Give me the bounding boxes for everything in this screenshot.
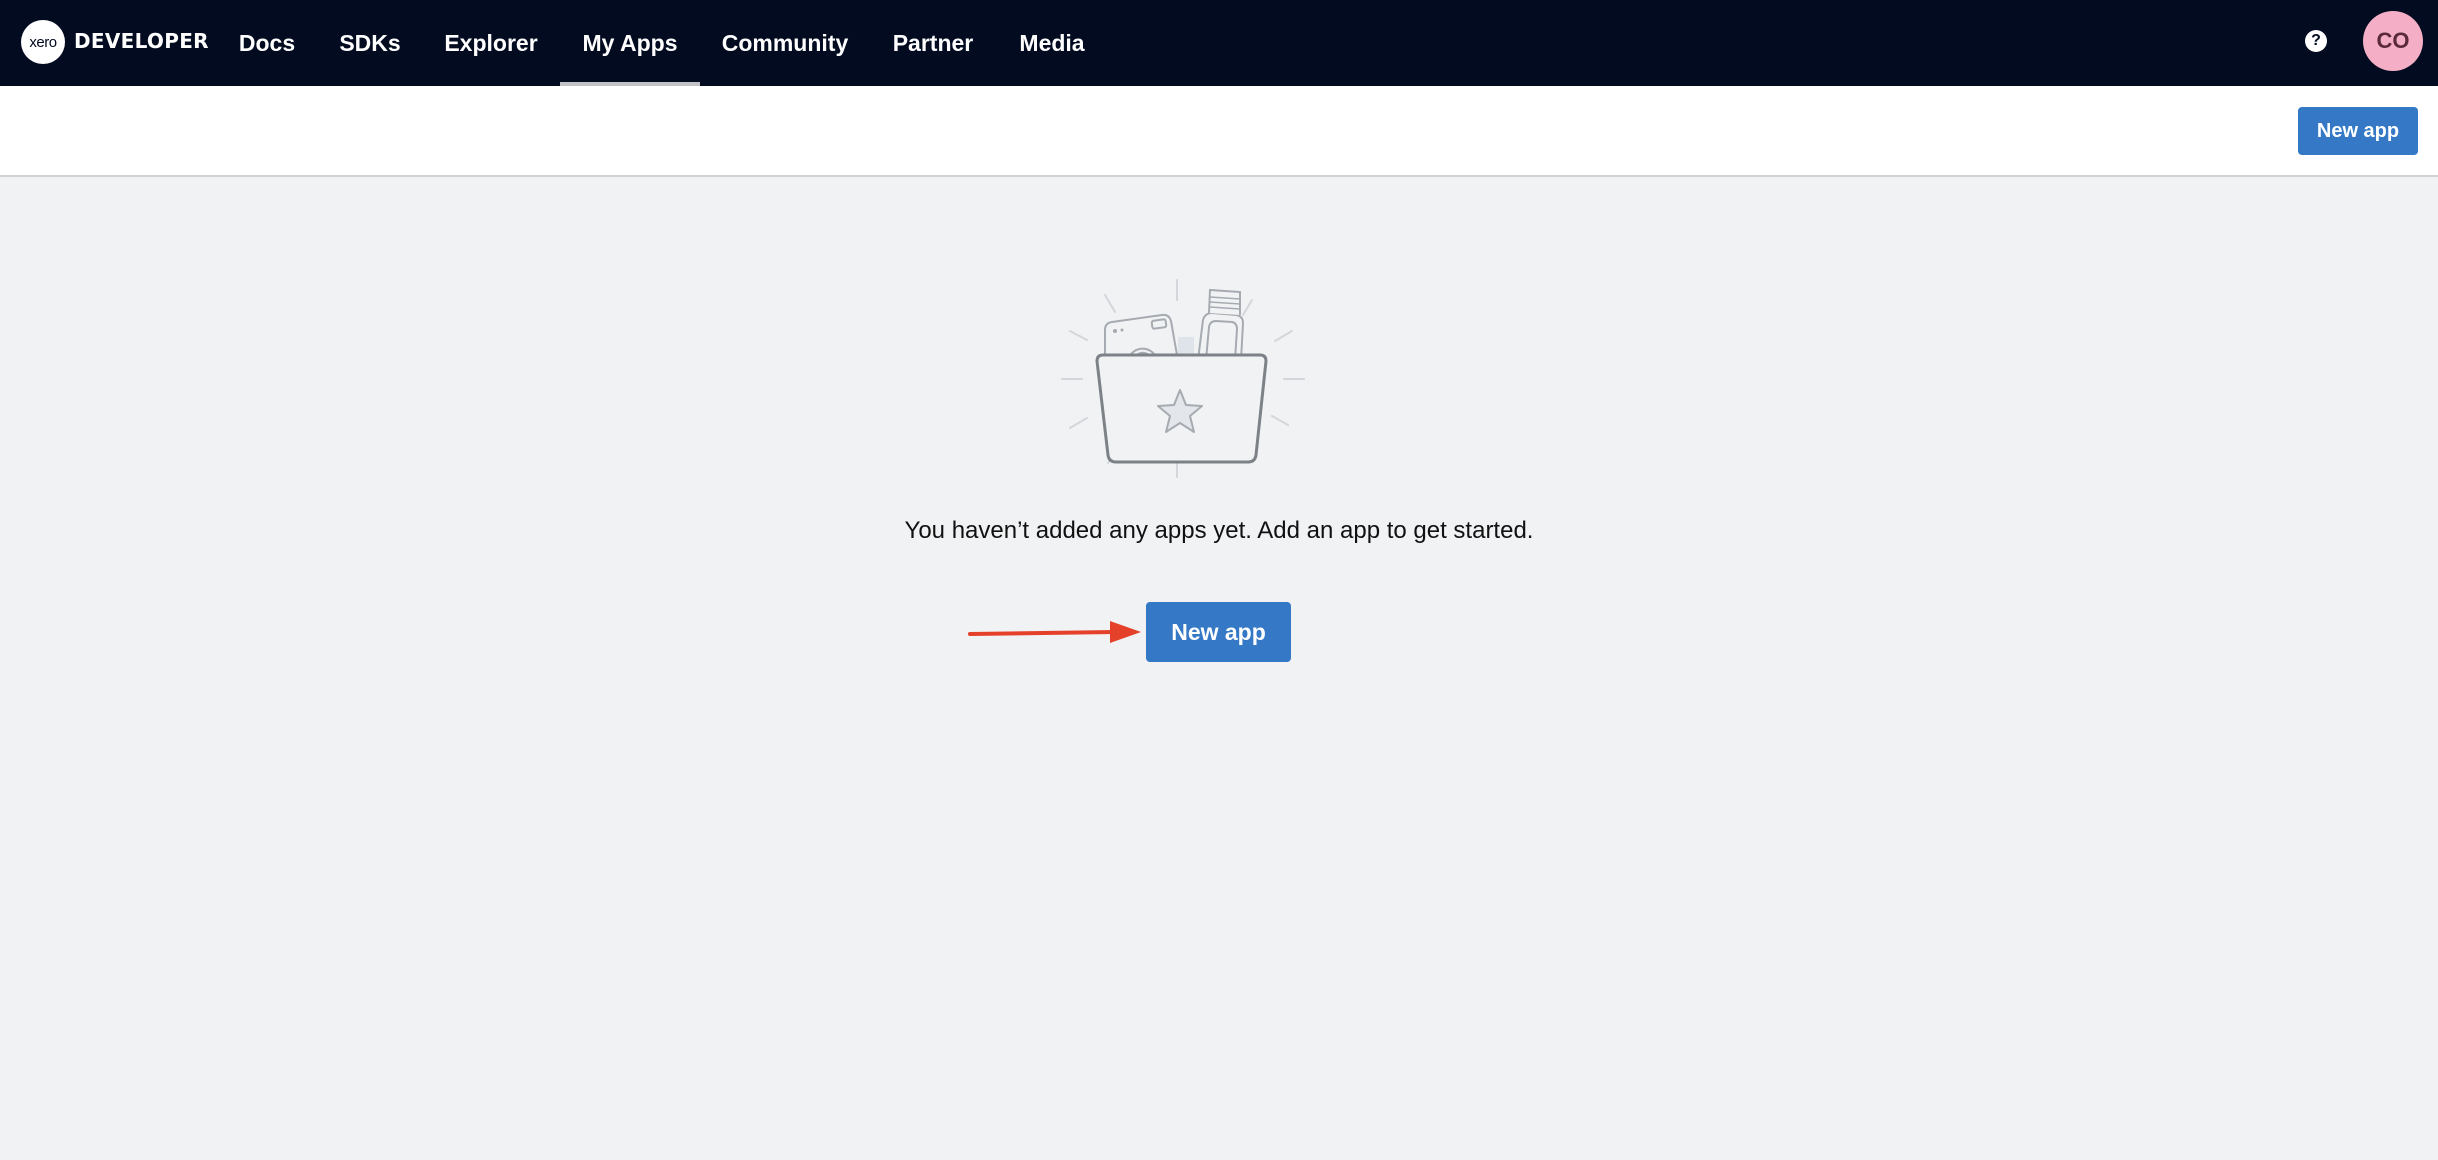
camera-icon (1104, 313, 1178, 361)
brand-name[interactable]: DEVELOPER (74, 29, 209, 53)
empty-state-message: You haven’t added any apps yet. Add an a… (904, 517, 1534, 544)
nav-label: Partner (892, 29, 974, 56)
empty-apps-illustration (1061, 279, 1305, 478)
nav-item-docs[interactable]: Docs (233, 0, 301, 86)
xero-logo-text: xero (29, 33, 57, 51)
nav-label: Community (721, 29, 849, 56)
nav-item-my-apps[interactable]: My Apps (560, 0, 700, 86)
annotation-arrow-icon (968, 621, 1141, 643)
nav-item-partner[interactable]: Partner (886, 0, 980, 86)
help-glyph: ? (2311, 32, 2321, 49)
page-header-bar: New app (0, 86, 2438, 177)
nav-item-explorer[interactable]: Explorer (441, 0, 541, 86)
nav-label: Docs (238, 29, 296, 56)
top-navigation-bar: xero DEVELOPER Docs SDKs Explorer My App… (0, 0, 2438, 86)
user-avatar[interactable]: CO (2363, 11, 2423, 71)
nav-item-media[interactable]: Media (1012, 0, 1092, 86)
new-app-header-button[interactable]: New app (2298, 107, 2418, 155)
jar-icon (1197, 288, 1245, 361)
nav-label: Media (1019, 29, 1085, 56)
nav-item-sdks[interactable]: SDKs (333, 0, 407, 86)
nav-label: My Apps (582, 29, 678, 56)
new-app-button[interactable]: New app (1146, 602, 1291, 662)
help-icon[interactable]: ? (2305, 30, 2327, 52)
nav-label: SDKs (339, 29, 401, 56)
nav-label: Explorer (444, 29, 538, 56)
avatar-initials: CO (2376, 28, 2410, 53)
xero-logo[interactable]: xero (21, 20, 65, 64)
nav-item-community[interactable]: Community (718, 0, 852, 86)
